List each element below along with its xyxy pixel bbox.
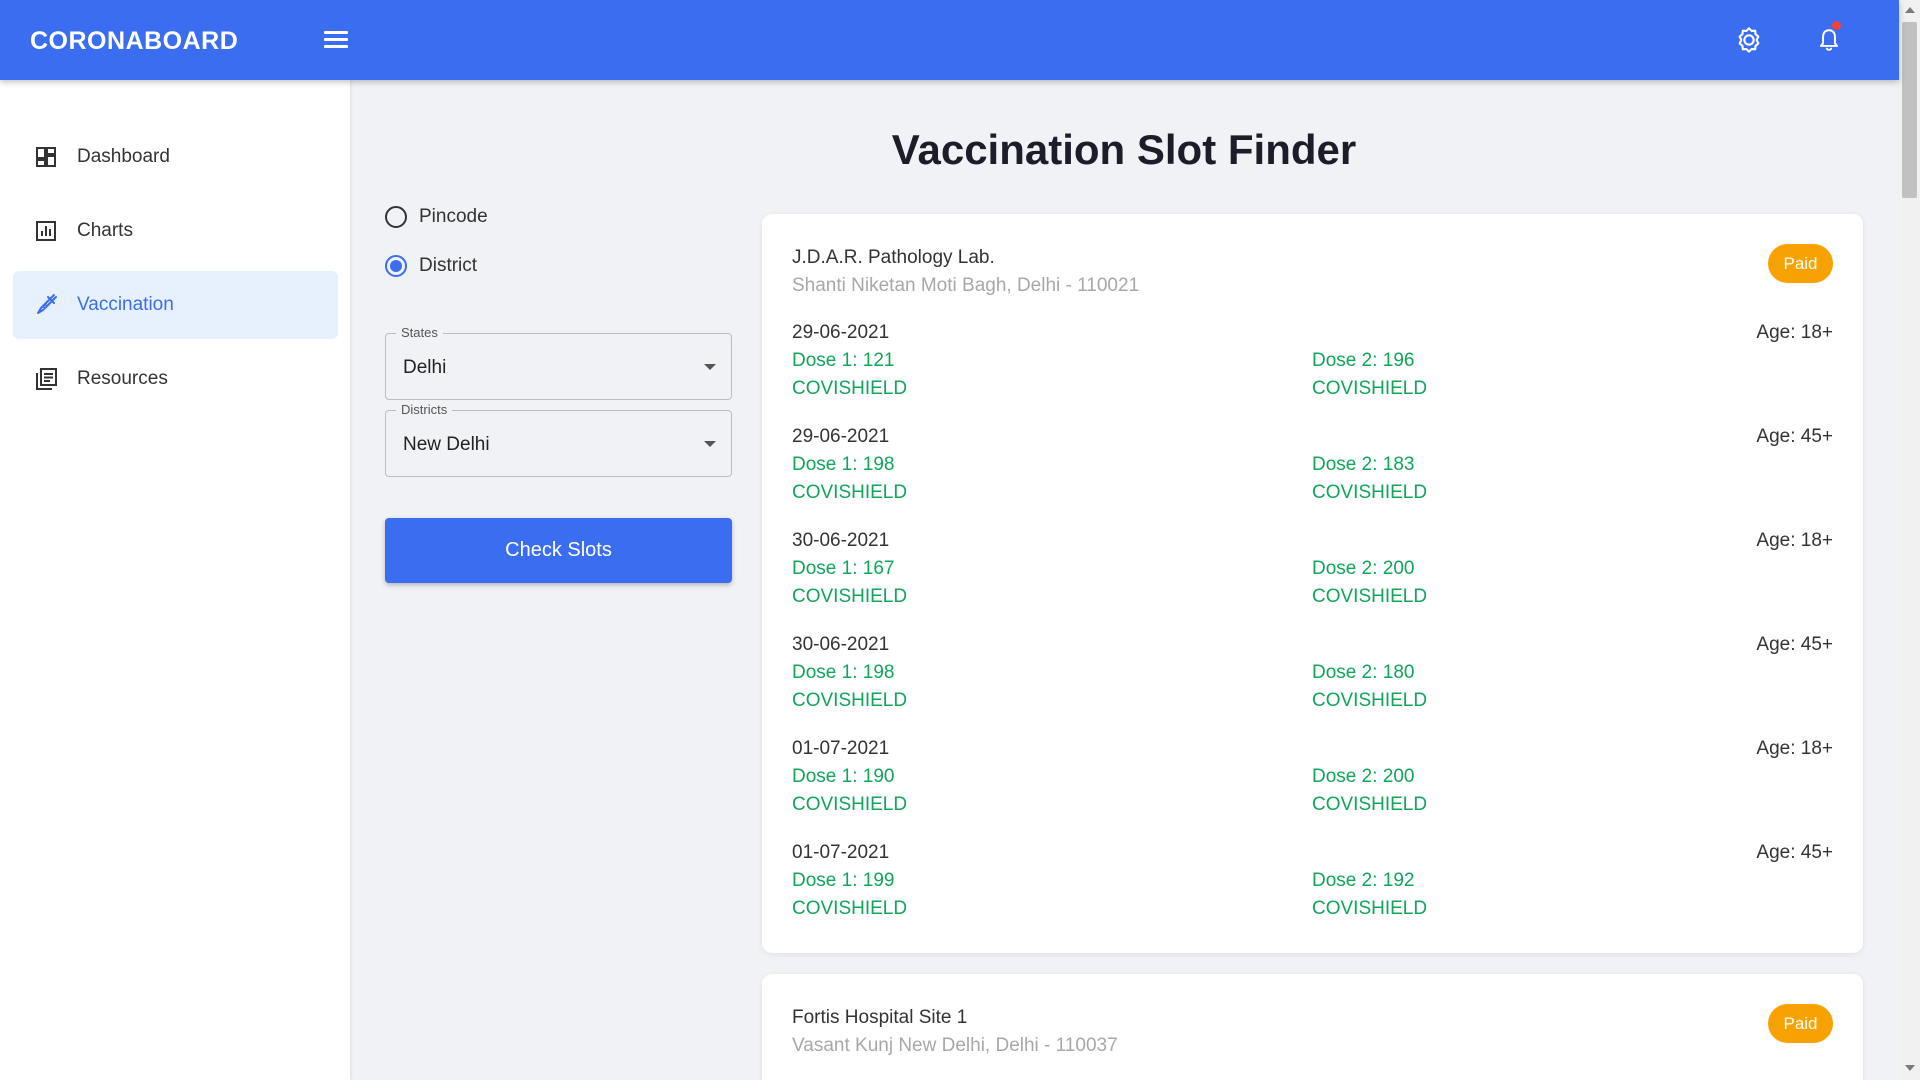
vaccine-name: COVISHIELD	[792, 690, 908, 711]
state-select[interactable]: States Delhi	[385, 325, 732, 400]
notification-badge	[1832, 21, 1841, 30]
vaccine-name: COVISHIELD	[1312, 898, 1428, 919]
session-age-limit: Age: 45+	[1756, 426, 1833, 447]
session-age-limit: Age: 45+	[1756, 842, 1833, 863]
vaccine-name: COVISHIELD	[792, 794, 908, 815]
app-brand[interactable]: CORONABOARD	[30, 27, 238, 56]
gear-icon	[1738, 27, 1760, 53]
dose1-availability: Dose 1: 198	[792, 454, 895, 475]
menu-icon[interactable]	[324, 28, 352, 52]
sidebar-item-label: Charts	[77, 220, 133, 241]
dose2-availability: Dose 2: 180	[1312, 662, 1415, 683]
dose2-availability: Dose 2: 200	[1312, 766, 1415, 787]
session-row: 29-06-2021 Age: 45+ Dose 1: 198 COVISHIE…	[792, 426, 1833, 506]
vaccine-name: COVISHIELD	[792, 482, 908, 503]
session-date: 30-06-2021	[792, 530, 890, 551]
vaccine-name: COVISHIELD	[1312, 690, 1428, 711]
district-select[interactable]: Districts New Delhi	[385, 402, 732, 477]
caret-down-icon	[704, 441, 716, 447]
session-row: 30-06-2021 Age: 45+ Dose 1: 198 COVISHIE…	[792, 634, 1833, 714]
dashboard-icon	[36, 147, 56, 167]
dose2-availability: Dose 2: 183	[1312, 454, 1415, 475]
check-slots-button[interactable]: Check Slots	[385, 518, 732, 583]
radio-label: Pincode	[419, 206, 488, 227]
dose1-availability: Dose 1: 198	[792, 662, 895, 683]
vaccine-name: COVISHIELD	[1312, 794, 1428, 815]
dose2-availability: Dose 2: 192	[1312, 870, 1415, 891]
bell-icon	[1819, 29, 1839, 51]
session-date: 29-06-2021	[792, 322, 890, 343]
sidebar-item-vaccination[interactable]: Vaccination	[13, 271, 338, 339]
vaccine-name: COVISHIELD	[1312, 378, 1428, 399]
center-address: Vasant Kunj New Delhi, Delhi - 110037	[792, 1035, 1118, 1056]
dose2-availability: Dose 2: 196	[1312, 350, 1415, 371]
page-scrollbar[interactable]	[1899, 0, 1920, 1080]
center-card: J.D.A.R. Pathology Lab. Shanti Niketan M…	[762, 214, 1863, 953]
page-title: Vaccination Slot Finder	[891, 126, 1357, 173]
session-date: 30-06-2021	[792, 634, 890, 655]
dose1-availability: Dose 1: 190	[792, 766, 895, 787]
center-card: Fortis Hospital Site 1 Vasant Kunj New D…	[762, 974, 1863, 1080]
vaccine-name: COVISHIELD	[792, 898, 908, 919]
caret-down-icon	[704, 364, 716, 370]
notifications-button[interactable]	[1809, 20, 1849, 60]
syringe-icon	[37, 294, 57, 314]
sidebar-item-label: Dashboard	[77, 146, 170, 167]
district-select-label: Districts	[396, 402, 453, 417]
scroll-up-icon[interactable]	[1905, 7, 1915, 13]
vaccine-name: COVISHIELD	[1312, 482, 1428, 503]
sidebar-item-charts[interactable]: Charts	[13, 197, 338, 265]
fee-badge: Paid	[1768, 244, 1833, 283]
library-books-icon	[36, 368, 57, 390]
radio-label: District	[419, 255, 478, 276]
center-address: Shanti Niketan Moti Bagh, Delhi - 110021	[792, 275, 1140, 296]
dose2-availability: Dose 2: 200	[1312, 558, 1415, 579]
radio-district[interactable]: District	[385, 251, 477, 281]
app-bar: CORONABOARD	[0, 0, 1899, 80]
bar-chart-icon	[36, 221, 56, 241]
session-date: 29-06-2021	[792, 426, 890, 447]
dose1-availability: Dose 1: 199	[792, 870, 895, 891]
radio-pincode[interactable]: Pincode	[385, 202, 488, 232]
session-age-limit: Age: 18+	[1756, 738, 1833, 759]
sidebar: Dashboard Charts Vaccination Resources	[0, 80, 350, 1080]
session-date: 01-07-2021	[792, 842, 890, 863]
state-select-value: Delhi	[403, 357, 447, 378]
radio-button[interactable]	[385, 206, 407, 228]
session-age-limit: Age: 18+	[1756, 530, 1833, 551]
sidebar-item-label: Resources	[77, 368, 168, 389]
radio-button[interactable]	[385, 255, 407, 277]
scrollbar-thumb[interactable]	[1902, 22, 1917, 198]
district-select-value: New Delhi	[403, 434, 490, 455]
vaccine-name: COVISHIELD	[792, 586, 908, 607]
dose1-availability: Dose 1: 167	[792, 558, 895, 579]
session-date: 01-07-2021	[792, 738, 890, 759]
settings-button[interactable]	[1729, 20, 1769, 60]
fee-badge: Paid	[1768, 1004, 1833, 1043]
sidebar-item-resources[interactable]: Resources	[13, 345, 338, 413]
session-row: 30-06-2021 Age: 18+ Dose 1: 167 COVISHIE…	[792, 530, 1833, 610]
dose1-availability: Dose 1: 121	[792, 350, 895, 371]
center-name: Fortis Hospital Site 1	[792, 1007, 968, 1028]
vaccine-name: COVISHIELD	[1312, 586, 1428, 607]
scroll-down-icon[interactable]	[1905, 1065, 1915, 1071]
center-name: J.D.A.R. Pathology Lab.	[792, 247, 995, 268]
vaccine-name: COVISHIELD	[792, 378, 908, 399]
session-row: 01-07-2021 Age: 18+ Dose 1: 190 COVISHIE…	[792, 738, 1833, 818]
session-age-limit: Age: 45+	[1756, 634, 1833, 655]
session-row: 29-06-2021 Age: 18+ Dose 1: 121 COVISHIE…	[792, 322, 1833, 402]
sidebar-item-label: Vaccination	[77, 294, 174, 315]
sidebar-item-dashboard[interactable]: Dashboard	[13, 123, 338, 191]
state-select-label: States	[396, 325, 443, 340]
session-row: 01-07-2021 Age: 45+ Dose 1: 199 COVISHIE…	[792, 842, 1833, 922]
session-age-limit: Age: 18+	[1756, 322, 1833, 343]
